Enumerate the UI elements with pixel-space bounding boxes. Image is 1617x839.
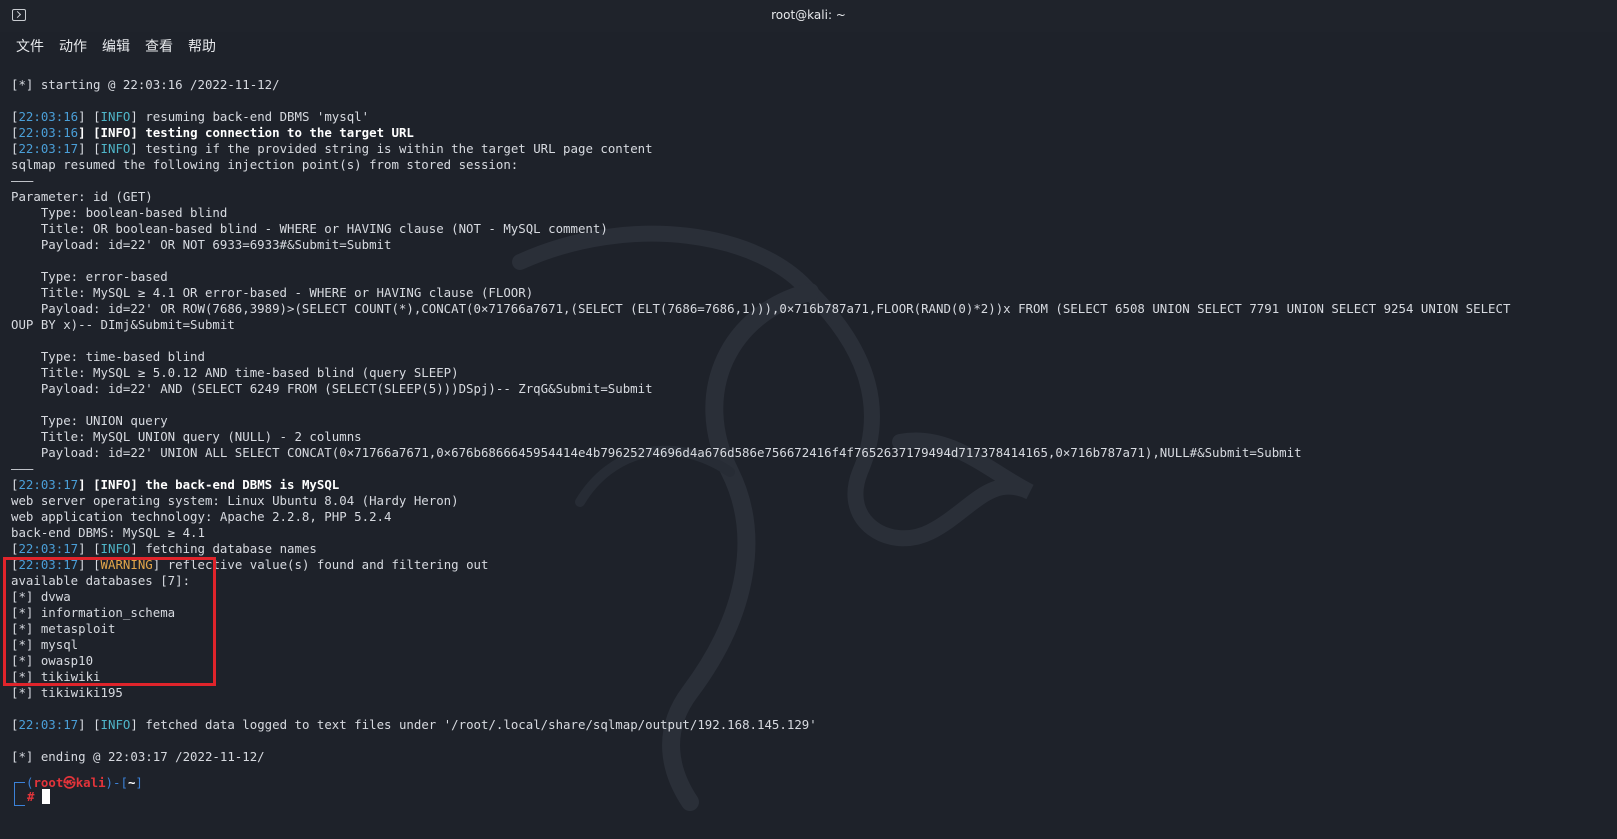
terminal-line: [22:03:17] [INFO] testing if the provide… xyxy=(11,141,1510,157)
terminal-line: back-end DBMS: MySQL ≥ 4.1 xyxy=(11,525,205,540)
terminal-line: [*] tikiwiki195 xyxy=(11,685,123,700)
terminal-line: [*] dvwa xyxy=(11,589,71,604)
terminal-line: [22:03:17] [WARNING] reflective value(s)… xyxy=(11,557,1510,573)
bracket: ] [ xyxy=(78,141,101,156)
terminal-line: ——— xyxy=(11,173,34,188)
terminal-line: [*] ending @ 22:03:17 /2022-11-12/ xyxy=(11,749,265,764)
terminal-line: [22:03:17] [INFO] the back-end DBMS is M… xyxy=(11,477,1510,493)
log-message: testing connection to the target URL xyxy=(145,125,414,140)
bracket: ] [ xyxy=(78,717,101,732)
terminal-output-area[interactable]: [*] starting @ 22:03:16 /2022-11-12/ [22:… xyxy=(0,62,1617,839)
log-level: INFO xyxy=(100,717,131,732)
log-timestamp: 22:03:17 xyxy=(18,141,79,156)
window-title: root@kali: ~ xyxy=(771,8,846,22)
log-timestamp: 22:03:16 xyxy=(18,109,79,124)
databases-highlight-box xyxy=(3,557,216,686)
terminal-line: Payload: id=22' AND (SELECT 6249 FROM (S… xyxy=(11,381,653,396)
terminal-line: web application technology: Apache 2.2.8… xyxy=(11,509,392,524)
menu-bar: 文件 动作 编辑 查看 帮助 xyxy=(0,32,1617,62)
terminal-line: Type: UNION query xyxy=(11,413,168,428)
terminal-line: [*] starting @ 22:03:16 /2022-11-12/ xyxy=(11,77,280,92)
log-timestamp: 22:03:16 xyxy=(18,125,79,140)
terminal-line: Payload: id=22' OR NOT 6933=6933#&Submit… xyxy=(11,237,392,252)
log-message: the back-end DBMS is MySQL xyxy=(145,477,340,492)
terminal-line: Type: boolean-based blind xyxy=(11,205,228,220)
menu-view[interactable]: 查看 xyxy=(137,32,180,56)
terminal-line: Type: error-based xyxy=(11,269,168,284)
text-cursor[interactable] xyxy=(42,789,50,804)
title-bar[interactable]: root@kali: ~ xyxy=(0,0,1617,33)
log-level: INFO xyxy=(100,541,131,556)
terminal-line: [22:03:16] [INFO] testing connection to … xyxy=(11,125,1510,141)
terminal-line: [*] mysql xyxy=(11,637,79,652)
bracket: ] [ xyxy=(78,477,101,492)
log-message: resuming back-end DBMS 'mysql' xyxy=(145,109,370,124)
bracket: ] xyxy=(130,125,146,140)
log-timestamp: 22:03:17 xyxy=(18,477,79,492)
bracket: ] xyxy=(130,141,146,156)
terminal-line: [22:03:17] [INFO] fetched data logged to… xyxy=(11,717,1510,733)
terminal-line: [*] information_schema xyxy=(11,605,176,620)
log-level: INFO xyxy=(100,125,131,140)
terminal-line: Type: time-based blind xyxy=(11,349,205,364)
bracket: ] [ xyxy=(78,125,101,140)
terminal-line: Payload: id=22' OR ROW(7686,3989)>(SELEC… xyxy=(11,301,1511,316)
prompt-mid: )-[ xyxy=(105,775,128,790)
terminal-line: available databases [7]: xyxy=(11,573,191,588)
terminal-line: [*] tikiwiki xyxy=(11,669,101,684)
terminal-line: Title: MySQL ≥ 5.0.12 AND time-based bli… xyxy=(11,365,459,380)
log-level: INFO xyxy=(100,141,131,156)
terminal-line: Parameter: id (GET) xyxy=(11,189,153,204)
menu-edit[interactable]: 编辑 xyxy=(94,32,137,56)
terminal-line: [22:03:17] [INFO] fetching database name… xyxy=(11,541,1510,557)
terminal-line: [*] metasploit xyxy=(11,621,116,636)
bracket: ] xyxy=(130,109,146,124)
log-level: INFO xyxy=(100,477,131,492)
prompt-hash: # xyxy=(27,789,35,804)
terminal-line: Title: MySQL UNION query (NULL) - 2 colu… xyxy=(11,429,362,444)
terminal-line: OUP BY x)-- DImj&Submit=Submit xyxy=(11,317,235,332)
bracket: ] [ xyxy=(78,109,101,124)
menu-file[interactable]: 文件 xyxy=(8,32,51,56)
log-message: fetching database names xyxy=(145,541,317,556)
menu-actions[interactable]: 动作 xyxy=(51,32,94,56)
terminal-line: web server operating system: Linux Ubunt… xyxy=(11,493,459,508)
prompt-corner xyxy=(14,782,25,806)
log-timestamp: 22:03:17 xyxy=(18,541,79,556)
terminal-line: [*] owasp10 xyxy=(11,653,94,668)
bracket: ] xyxy=(130,717,146,732)
bracket: ] xyxy=(130,541,146,556)
terminal-text: [*] starting @ 22:03:16 /2022-11-12/ [22:… xyxy=(11,77,1510,765)
terminal-line: Title: MySQL ≥ 4.1 OR error-based - WHER… xyxy=(11,285,534,300)
bracket: ] xyxy=(130,477,146,492)
terminal-line: [22:03:16] [INFO] resuming back-end DBMS… xyxy=(11,109,1510,125)
terminal-line: ——— xyxy=(11,461,34,476)
log-message: fetched data logged to text files under … xyxy=(145,717,817,732)
log-level: INFO xyxy=(100,109,131,124)
log-timestamp: 22:03:17 xyxy=(18,717,79,732)
terminal-line: sqlmap resumed the following injection p… xyxy=(11,157,519,172)
log-message: testing if the provided string is within… xyxy=(145,141,653,156)
menu-help[interactable]: 帮助 xyxy=(180,32,223,56)
bracket: ] [ xyxy=(78,541,101,556)
terminal-line: Payload: id=22' UNION ALL SELECT CONCAT(… xyxy=(11,445,1302,460)
prompt-user: root㉿kali xyxy=(33,775,106,790)
prompt-close: ] xyxy=(135,775,143,790)
terminal-line: Title: OR boolean-based blind - WHERE or… xyxy=(11,221,608,236)
terminal-window: root@kali: ~ 文件 动作 编辑 查看 帮助 [*] starting @ 2… xyxy=(0,0,1617,839)
